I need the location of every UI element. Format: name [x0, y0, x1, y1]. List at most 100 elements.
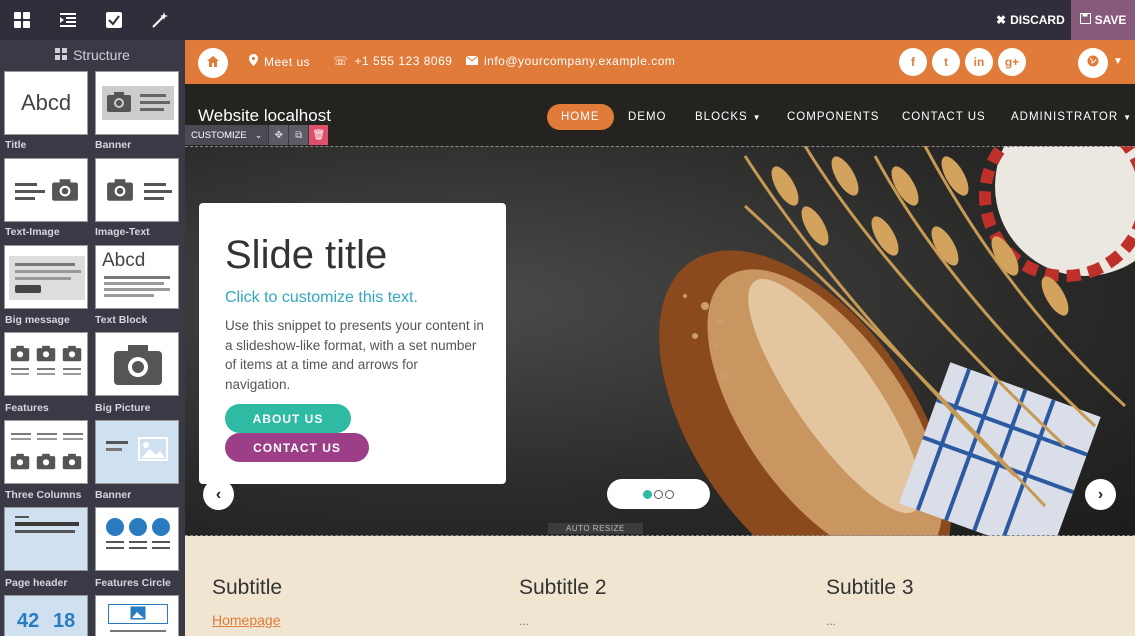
camera-icon [106, 91, 132, 118]
indent-icon[interactable] [56, 8, 80, 32]
nav-blocks-label: BLOCKS [695, 111, 748, 123]
site-brand[interactable]: Website localhost [198, 106, 331, 126]
blocks-icon [55, 47, 68, 63]
nav-contact-us[interactable]: CONTACT US [902, 104, 986, 130]
image-icon [138, 437, 168, 466]
save-label: SAVE [1094, 13, 1127, 27]
snippet-carousel[interactable] [95, 595, 179, 636]
homepage-link[interactable]: Homepage [212, 612, 281, 628]
checkbox-icon[interactable] [102, 8, 126, 32]
globe-icon [1087, 54, 1099, 72]
carousel-indicator[interactable] [643, 489, 652, 499]
column-3-text: ... [826, 614, 837, 628]
snippet-banner-2[interactable] [95, 420, 179, 484]
phone-number: +1 555 123 8069 [354, 54, 453, 68]
snippet-features[interactable] [4, 332, 88, 396]
panel-title: Structure [73, 47, 130, 63]
snippet-big-picture[interactable] [95, 332, 179, 396]
twitter-glyph: t [944, 55, 948, 69]
snippet-thumb-text: Abcd [102, 250, 146, 271]
snippet-label: Features [5, 402, 49, 414]
snippet-label: Banner [95, 489, 132, 501]
snippet-text-block[interactable]: Abcd [95, 245, 179, 309]
save-button[interactable]: SAVE [1071, 0, 1135, 40]
carousel-indicators [607, 479, 710, 509]
snippet-text-image[interactable] [4, 158, 88, 222]
meet-us-label: Meet us [264, 54, 311, 69]
snippet-page-header[interactable] [4, 507, 88, 571]
snippet-label: Big Picture [95, 402, 151, 414]
snippet-features-circle[interactable] [95, 507, 179, 571]
chevron-down-icon: ⌄ [254, 129, 263, 140]
caret-down-icon: ▼ [752, 112, 762, 122]
snippet-big-message[interactable] [4, 245, 88, 309]
snippet-label: Banner [95, 139, 132, 151]
snippet-label: Three Columns [5, 489, 82, 501]
snippet-label: Text-Image [5, 226, 60, 238]
snippet-label: Title [5, 139, 27, 151]
chevron-down-icon: ▼ [1113, 56, 1123, 67]
website-preview: Meet us ☏ +1 555 123 8069 info@yourcompa… [185, 40, 1135, 636]
snippet-label: Page header [5, 577, 68, 589]
snippet-stats[interactable]: 42 18 [4, 595, 88, 636]
camera-icon [51, 178, 79, 207]
snippet-label: Big message [5, 314, 70, 326]
customize-dropdown[interactable]: CUSTOMIZE ⌄ [185, 125, 269, 145]
slide-text[interactable]: Use this snippet to presents your conten… [225, 316, 485, 394]
stat-value: 18 [53, 610, 76, 632]
carousel-indicator[interactable] [654, 489, 663, 499]
email-address: info@yourcompany.example.com [484, 54, 676, 68]
snippet-label: Image-Text [95, 226, 150, 238]
nav-components[interactable]: COMPONENTS [787, 104, 879, 130]
nav-administrator-label: ADMINISTRATOR [1011, 111, 1119, 123]
slide-card: Slide title Click to customize this text… [199, 203, 506, 484]
carousel-indicator[interactable] [665, 489, 674, 499]
customize-toolbar: CUSTOMIZE ⌄ ✥ ⧉ 🗑 [185, 125, 329, 145]
snippet-thumb-text: Abcd [21, 90, 72, 115]
magic-wand-icon[interactable] [148, 8, 172, 32]
trash-icon[interactable]: 🗑 [308, 125, 329, 145]
chevron-left-icon: ‹ [215, 485, 222, 503]
carousel-next-button[interactable]: › [1085, 479, 1116, 510]
home-button[interactable] [198, 48, 228, 78]
envelope-icon [465, 54, 479, 68]
snippet-banner[interactable] [95, 71, 179, 135]
floppy-icon [1079, 13, 1091, 27]
snippet-image-text[interactable] [95, 158, 179, 222]
nav-administrator[interactable]: ADMINISTRATOR ▼ [1011, 104, 1132, 130]
column-3-title: Subtitle 3 [826, 576, 914, 599]
blocks-icon[interactable] [10, 8, 34, 32]
meet-us[interactable]: Meet us [249, 54, 310, 69]
google-plus-icon[interactable]: g+ [998, 48, 1026, 76]
email-info[interactable]: info@yourcompany.example.com [465, 54, 676, 68]
phone-icon: ☏ [333, 54, 349, 68]
customize-label: CUSTOMIZE [191, 129, 247, 141]
move-icon[interactable]: ✥ [268, 125, 289, 145]
linkedin-glyph: in [973, 55, 985, 69]
linkedin-icon[interactable]: in [965, 48, 993, 76]
nav-blocks[interactable]: BLOCKS ▼ [695, 104, 762, 130]
slide-subtitle[interactable]: Click to customize this text. [225, 289, 418, 307]
phone-info: ☏ +1 555 123 8069 [333, 54, 452, 68]
camera-icon [10, 453, 30, 475]
facebook-icon[interactable]: f [899, 48, 927, 76]
discard-button[interactable]: ✖ DISCARD [988, 0, 1073, 40]
about-us-button[interactable]: ABOUT US [225, 404, 351, 433]
clone-icon[interactable]: ⧉ [288, 125, 309, 145]
slide-title[interactable]: Slide title [225, 233, 387, 278]
language-selector[interactable] [1078, 48, 1108, 78]
camera-icon [62, 453, 82, 475]
snippet-label: Features Circle [95, 577, 171, 589]
carousel-prev-button[interactable]: ‹ [203, 479, 234, 510]
snippet-title[interactable]: Abcd [4, 71, 88, 135]
nav-demo[interactable]: DEMO [628, 104, 667, 130]
panel-header: Structure [0, 40, 185, 70]
nav-home[interactable]: HOME [547, 104, 614, 130]
auto-resize-handle[interactable]: AUTO RESIZE [548, 523, 643, 534]
snippet-three-columns[interactable] [4, 420, 88, 484]
twitter-icon[interactable]: t [932, 48, 960, 76]
camera-icon [112, 343, 164, 392]
contact-us-button[interactable]: CONTACT US [225, 433, 369, 462]
site-navbar: Website localhost HOME DEMO BLOCKS ▼ COM… [185, 84, 1135, 146]
column-2-text: ... [519, 614, 530, 628]
